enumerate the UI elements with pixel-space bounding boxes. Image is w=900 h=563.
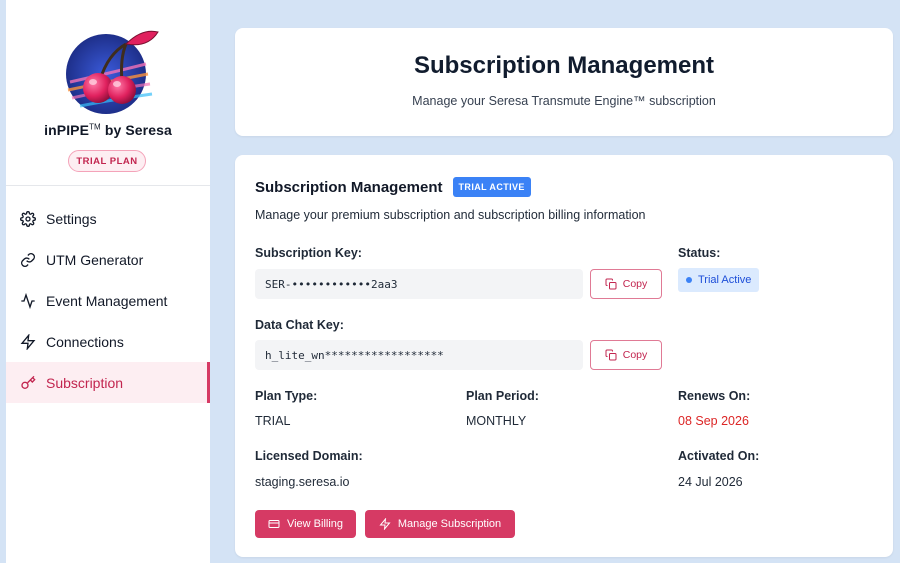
status-label: Status: — [678, 246, 721, 260]
brand-section: inPIPETM by Seresa TRIAL PLAN — [6, 0, 210, 186]
trial-status-badge: Trial Active — [678, 268, 760, 292]
sidebar-item-label: Subscription — [46, 374, 124, 391]
subscription-card: Subscription Management TRIAL ACTIVE Man… — [235, 155, 893, 557]
sidebar-item-label: Settings — [46, 210, 97, 227]
activity-icon — [20, 292, 36, 309]
status-dot-icon — [686, 277, 692, 283]
copy-data-chat-key-button[interactable]: Copy — [590, 340, 662, 370]
copy-icon — [605, 349, 617, 361]
plan-period-label: Plan Period: — [466, 389, 539, 403]
brand-name: inPIPETM by Seresa — [6, 122, 210, 138]
brand-name-text: inPIPE — [44, 122, 90, 138]
subscription-key-label: Subscription Key: — [255, 246, 362, 260]
renews-on-value: 08 Sep 2026 — [678, 414, 749, 428]
card-title-row: Subscription Management TRIAL ACTIVE — [255, 177, 531, 197]
credit-card-icon — [268, 518, 280, 530]
subscription-key-field[interactable]: SER-••••••••••••2aa3 — [255, 269, 583, 299]
status-badge: TRIAL ACTIVE — [452, 177, 531, 197]
view-billing-button[interactable]: View Billing — [255, 510, 356, 538]
bolt-icon — [20, 333, 36, 350]
licensed-domain-value: staging.seresa.io — [255, 475, 350, 489]
cherry-logo — [66, 30, 159, 114]
activated-on-label: Activated On: — [678, 449, 760, 463]
copy-button-label: Copy — [622, 278, 648, 290]
copy-subscription-key-button[interactable]: Copy — [590, 269, 662, 299]
trademark-mark: TM — [89, 122, 101, 132]
sidebar-item-settings[interactable]: Settings — [6, 198, 210, 239]
view-billing-label: View Billing — [286, 518, 344, 530]
sidebar-item-label: Connections — [46, 333, 124, 350]
sidebar-item-subscription[interactable]: Subscription — [6, 362, 210, 403]
page-header-card: Subscription Management Manage your Sere… — [235, 28, 893, 136]
renews-on-label: Renews On: — [678, 389, 751, 403]
card-title: Subscription Management — [255, 178, 443, 196]
sidebar-item-connections[interactable]: Connections — [6, 321, 210, 362]
card-description: Manage your premium subscription and sub… — [255, 208, 646, 222]
copy-button-label: Copy — [622, 349, 648, 361]
sidebar-item-event-management[interactable]: Event Management — [6, 280, 210, 321]
activated-on-value: 24 Jul 2026 — [678, 475, 743, 489]
plan-type-label: Plan Type: — [255, 389, 318, 403]
status-value: Trial Active — [698, 274, 752, 286]
sidebar-item-label: UTM Generator — [46, 251, 144, 268]
link-icon — [20, 252, 36, 268]
page-title: Subscription Management — [413, 52, 715, 79]
sidebar-item-label: Event Management — [46, 292, 168, 309]
manage-subscription-label: Manage Subscription — [397, 518, 502, 530]
page-subtitle: Manage your Seresa Transmute Engine™ sub… — [412, 94, 716, 108]
sidebar-item-utm-generator[interactable]: UTM Generator — [6, 239, 210, 280]
gear-icon — [20, 210, 36, 227]
key-icon — [20, 375, 36, 391]
sidebar: inPIPETM by Seresa TRIAL PLAN Settings U… — [6, 0, 210, 563]
brand-suffix: by Seresa — [100, 122, 172, 138]
bolt-icon — [379, 518, 391, 530]
plan-type-value: TRIAL — [255, 414, 291, 428]
sidebar-nav: Settings UTM Generator Event Management … — [6, 198, 210, 403]
plan-pill: TRIAL PLAN — [68, 150, 146, 172]
manage-subscription-button[interactable]: Manage Subscription — [365, 510, 515, 538]
data-chat-key-field[interactable]: h_lite_wn****************** — [255, 340, 583, 370]
licensed-domain-label: Licensed Domain: — [255, 449, 363, 463]
plan-period-value: MONTHLY — [466, 414, 527, 428]
copy-icon — [605, 278, 617, 290]
data-chat-key-label: Data Chat Key: — [255, 318, 344, 332]
